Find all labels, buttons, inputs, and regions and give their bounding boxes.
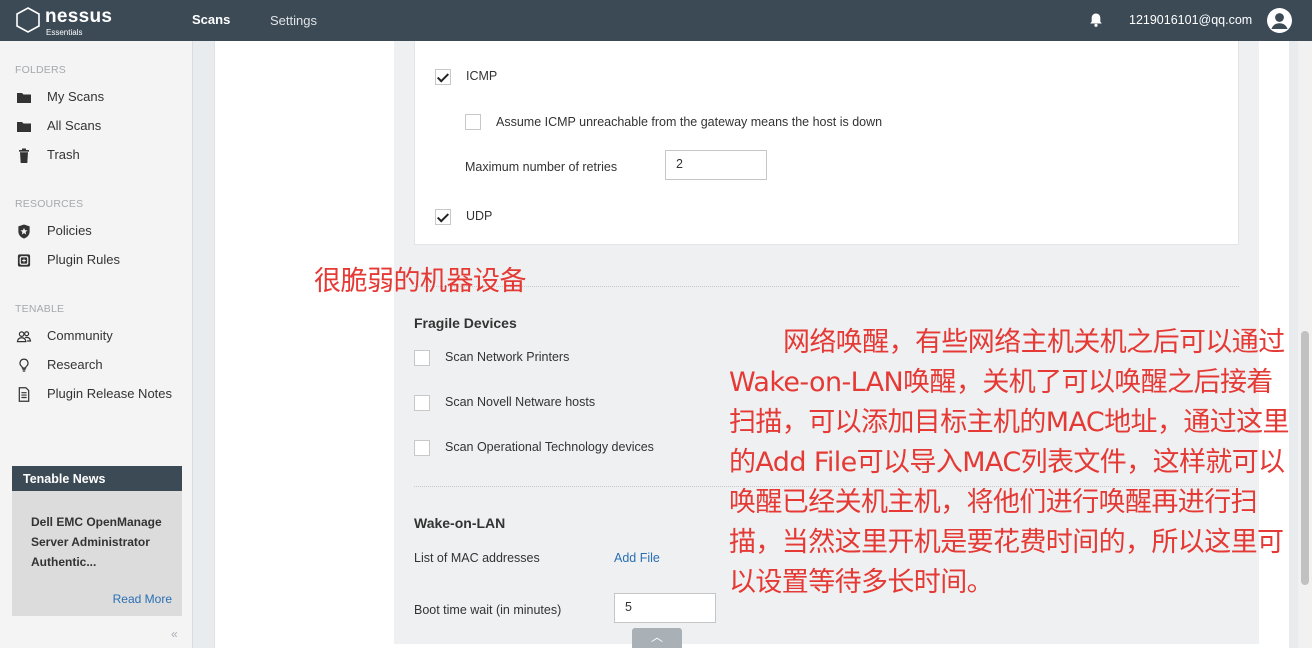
- nessus-logo[interactable]: nessus Essentials: [14, 6, 124, 37]
- community-icon: [16, 331, 32, 343]
- brand-edition: Essentials: [46, 28, 83, 37]
- udp-checkbox[interactable]: [435, 209, 451, 225]
- assume-icmp-unreachable-label: Assume ICMP unreachable from the gateway…: [496, 115, 883, 129]
- boot-time-wait-label: Boot time wait (in minutes): [414, 603, 562, 617]
- scrollbar-thumb[interactable]: [1301, 331, 1309, 585]
- folder-icon: [17, 93, 31, 103]
- read-more-link[interactable]: Read More: [113, 592, 172, 606]
- sidebar-item-label: Community: [47, 328, 113, 343]
- document-icon: [18, 387, 30, 402]
- scan-network-printers-label: Scan Network Printers: [445, 350, 570, 364]
- sidebar-item-label: My Scans: [47, 89, 105, 104]
- sidebar-item-plugin-rules[interactable]: Plugin Rules: [16, 250, 186, 270]
- sidebar-item-label: All Scans: [47, 118, 102, 133]
- udp-label: UDP: [466, 209, 493, 223]
- news-article-link[interactable]: Dell EMC OpenManage Server Administrator…: [31, 512, 176, 572]
- sidebar-item-label: Plugin Rules: [47, 252, 120, 267]
- shield-star-icon: [18, 224, 30, 239]
- wake-on-lan-heading: Wake-on-LAN: [414, 515, 506, 531]
- nav-scans-tab[interactable]: Scans: [192, 12, 230, 27]
- user-email[interactable]: 1219016101@qq.com: [1129, 13, 1252, 27]
- user-avatar-icon[interactable]: [1267, 8, 1292, 33]
- wake-on-lan-annotation: 网络唤醒，有些网络主机关机之后可以通过Wake-on-LAN唤醒，关机了可以唤醒…: [729, 327, 1290, 598]
- icmp-label: ICMP: [466, 69, 498, 83]
- sidebar-item-community[interactable]: Community: [16, 326, 186, 346]
- page-scrollbar[interactable]: [1298, 41, 1312, 648]
- bell-icon[interactable]: [1088, 12, 1104, 28]
- folders-section-label: FOLDERS: [15, 64, 66, 76]
- boot-time-wait-input[interactable]: 5: [614, 593, 716, 623]
- resources-section-label: RESOURCES: [15, 198, 84, 210]
- scan-network-printers-checkbox[interactable]: [414, 350, 430, 366]
- scan-ot-devices-label: Scan Operational Technology devices: [445, 440, 654, 454]
- scroll-to-top-button[interactable]: ︿: [632, 628, 682, 648]
- folder-icon: [17, 122, 31, 132]
- assume-icmp-unreachable-checkbox[interactable]: [465, 114, 481, 130]
- hexagon-logo-icon: [16, 7, 40, 33]
- icmp-checkbox[interactable]: [435, 69, 451, 85]
- sidebar-item-all-scans[interactable]: All Scans: [16, 116, 186, 136]
- sidebar-item-label: Trash: [47, 147, 80, 162]
- nav-settings-tab[interactable]: Settings: [270, 13, 317, 28]
- sidebar-item-plugin-release-notes[interactable]: Plugin Release Notes: [16, 384, 186, 404]
- brand-name: nessus: [45, 6, 113, 27]
- max-retries-input[interactable]: 2: [665, 150, 767, 180]
- sidebar-item-policies[interactable]: Policies: [16, 221, 186, 241]
- sidebar: FOLDERS My Scans All Scans Trash RESOURC…: [0, 41, 193, 648]
- plugin-rules-icon: [17, 254, 31, 267]
- sidebar-item-research[interactable]: Research: [16, 355, 186, 375]
- scan-ot-devices-checkbox[interactable]: [414, 440, 430, 456]
- ping-methods-card: [414, 41, 1239, 245]
- section-divider: [414, 286, 1239, 287]
- trash-icon: [19, 148, 29, 163]
- news-heading: Tenable News: [12, 466, 182, 491]
- top-navigation-bar: nessus Essentials Scans Settings 1219016…: [0, 0, 1312, 41]
- max-retries-label: Maximum number of retries: [465, 160, 618, 174]
- tenable-section-label: TENABLE: [15, 303, 65, 315]
- collapse-sidebar-icon[interactable]: «: [171, 627, 178, 641]
- mac-addresses-label: List of MAC addresses: [414, 551, 540, 565]
- scan-novell-netware-label: Scan Novell Netware hosts: [445, 395, 596, 409]
- sidebar-item-label: Policies: [47, 223, 92, 238]
- tenable-news-panel: Tenable News Dell EMC OpenManage Server …: [12, 466, 182, 616]
- sidebar-item-label: Research: [47, 357, 103, 372]
- fragile-devices-heading: Fragile Devices: [414, 315, 517, 331]
- fragile-devices-annotation: 很脆弱的机器设备: [314, 266, 527, 297]
- sidebar-item-label: Plugin Release Notes: [47, 386, 173, 401]
- add-file-link[interactable]: Add File: [614, 551, 660, 565]
- lightbulb-icon: [19, 358, 29, 372]
- sidebar-item-trash[interactable]: Trash: [16, 145, 186, 165]
- sidebar-item-my-scans[interactable]: My Scans: [16, 87, 186, 107]
- scan-novell-netware-checkbox[interactable]: [414, 395, 430, 411]
